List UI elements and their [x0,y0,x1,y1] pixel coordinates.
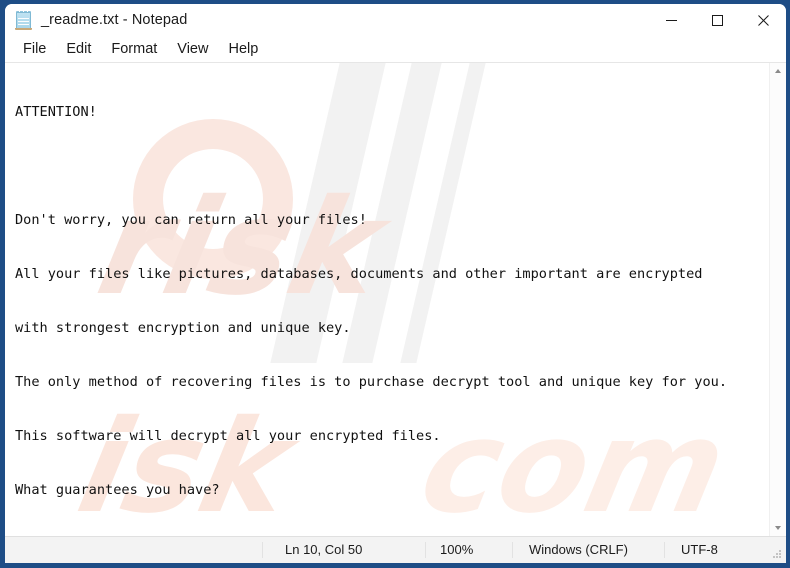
scroll-up-icon [775,69,781,73]
menu-item-edit[interactable]: Edit [56,39,101,59]
text-line: with strongest encryption and unique key… [15,320,351,336]
scroll-down-button[interactable] [770,520,786,536]
vertical-scrollbar[interactable] [769,63,786,536]
menu-item-help[interactable]: Help [218,39,268,59]
resize-grip-icon[interactable] [771,548,783,560]
text-line: All your files like pictures, databases,… [15,266,703,282]
text-line: ATTENTION! [15,104,97,120]
menu-item-file[interactable]: File [13,39,56,59]
title-bar[interactable]: _readme.txt - Notepad [5,4,786,36]
notepad-window: _readme.txt - Notepad File Edit Format V… [0,0,790,568]
text-line: Don't worry, you can return all your fil… [15,212,367,228]
status-zoom-level[interactable]: 100% [425,542,512,558]
scroll-up-button[interactable] [770,63,786,79]
title-bar-left: _readme.txt - Notepad [5,10,187,30]
status-encoding[interactable]: UTF-8 [664,542,786,558]
caption-button-group [648,4,786,36]
status-cursor-position: Ln 10, Col 50 [262,542,425,558]
text-line: You can send one of your encrypted file … [15,535,769,536]
editor-area: risk isk com ATTENTION! Don't worry, you… [5,63,786,537]
close-icon [757,14,769,26]
text-line [15,157,769,175]
status-line-ending[interactable]: Windows (CRLF) [512,542,664,558]
menu-item-format[interactable]: Format [101,39,167,59]
text-line: The only method of recovering files is t… [15,374,728,390]
text-line: What guarantees you have? [15,482,220,498]
text-line: This software will decrypt all your encr… [15,428,441,444]
close-button[interactable] [740,4,786,36]
document-text[interactable]: ATTENTION! Don't worry, you can return a… [5,63,769,536]
maximize-icon [711,14,723,26]
window-title: _readme.txt - Notepad [41,12,188,28]
status-bar: Ln 10, Col 50 100% Windows (CRLF) UTF-8 [5,537,786,563]
scrollbar-track[interactable] [770,79,786,520]
window-client-area: _readme.txt - Notepad File Edit Format V… [5,4,786,563]
menu-item-view[interactable]: View [167,39,218,59]
text-editor[interactable]: risk isk com ATTENTION! Don't worry, you… [5,63,769,536]
minimize-button[interactable] [648,4,694,36]
maximize-button[interactable] [694,4,740,36]
minimize-icon [665,19,677,21]
scroll-down-icon [775,526,781,530]
notepad-icon [15,10,32,30]
menu-bar: File Edit Format View Help [5,36,786,63]
